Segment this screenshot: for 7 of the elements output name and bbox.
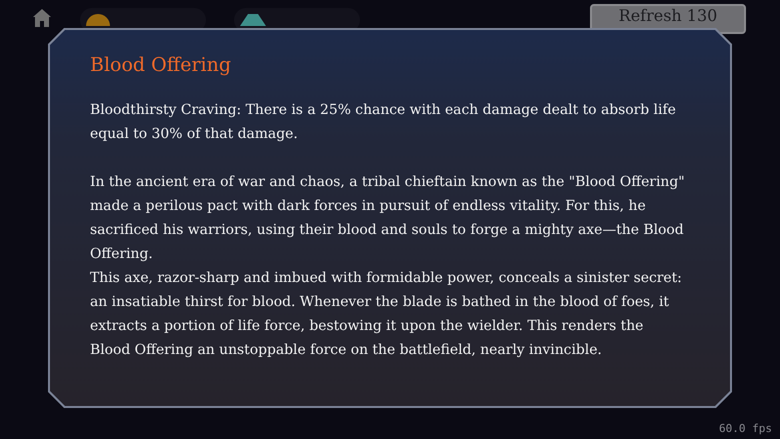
description-text: Bloodthirsty Craving: There is a 25% chance with each damage dealt to absorb life equal to 30% of that damage.	[90, 101, 677, 144]
description-text: In the ancient era of war and chaos, a tribal chieftain known as the "Blood Offering" made a perilous pact with dark forces in pursuit of endless vitality. For this, he sacrificed his warriors, using their blood and souls to forge a mighty axe—the Blood Offering. This axe, razor-sharp and imbued with formidable power, conceals a sinister secret: an insatiable thirst for blood. Whenever the blade is bathed in the blood of foes, it extracts a portion of life force, bestowing it upon the wielder. This renders the Blood Offering an unstoppable force on the battlefield, nearly invincible.	[90, 173, 686, 360]
coin-icon	[86, 14, 110, 26]
fps-counter: 60.0 fps	[719, 422, 772, 435]
gem-icon	[240, 14, 266, 26]
home-icon[interactable]	[32, 8, 52, 28]
dialog-title: Blood Offering	[90, 54, 232, 76]
